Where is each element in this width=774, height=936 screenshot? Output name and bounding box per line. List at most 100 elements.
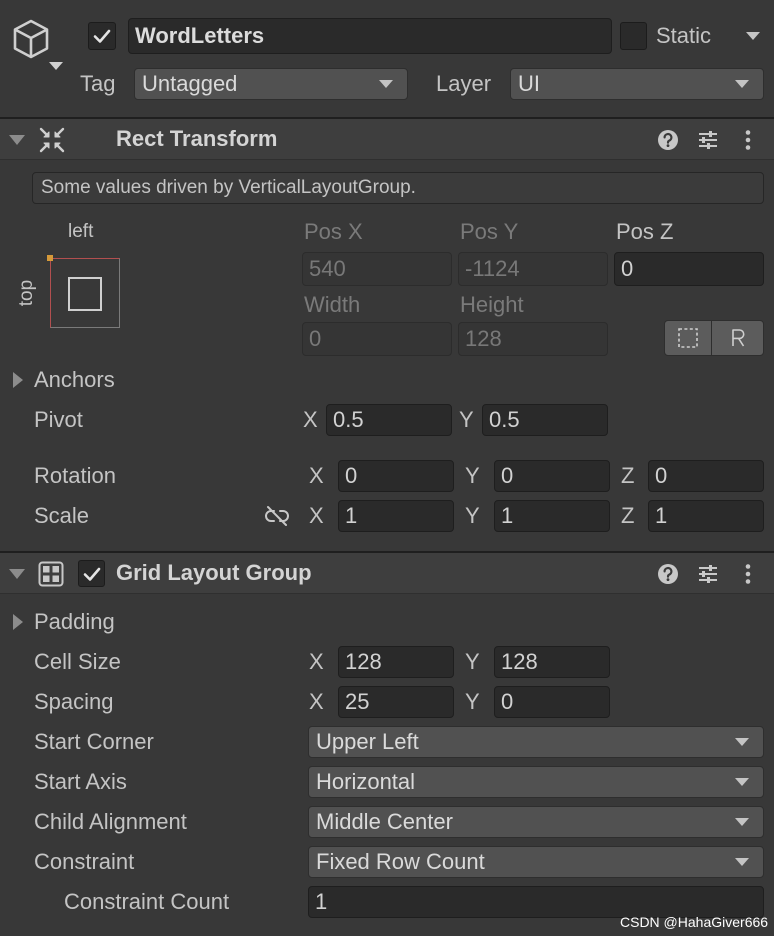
child-alignment-dropdown[interactable]: Middle Center xyxy=(308,806,764,838)
tag-label: Tag xyxy=(80,71,116,96)
anchor-point-icon xyxy=(47,255,53,261)
rotation-y-field[interactable]: 0 xyxy=(494,460,610,492)
tag-dropdown[interactable]: Untagged xyxy=(134,68,408,100)
rect-transform-icon xyxy=(38,126,66,154)
watermark: CSDN @HahaGiver666 xyxy=(620,914,769,930)
constraint-count-label: Constraint Count xyxy=(64,889,230,914)
padding-foldout-icon[interactable] xyxy=(13,614,23,630)
child-alignment-label: Child Alignment xyxy=(34,809,187,834)
rect-transform-header[interactable]: Rect Transform xyxy=(0,119,774,160)
chevron-down-icon xyxy=(735,738,749,746)
spacing-label: Spacing xyxy=(34,689,114,714)
chevron-down-icon xyxy=(735,778,749,786)
scale-z-field[interactable]: 1 xyxy=(648,500,764,532)
cube-icon[interactable] xyxy=(8,16,54,62)
unlinked-chain-icon[interactable] xyxy=(264,505,290,527)
foldout-expanded-icon[interactable] xyxy=(9,569,25,579)
chevron-down-icon xyxy=(735,80,749,88)
pos-x-label: Pos X xyxy=(304,219,363,244)
rotation-x-field[interactable]: 0 xyxy=(338,460,454,492)
pos-y-field: -1124 xyxy=(458,252,608,286)
constraint-value: Fixed Row Count xyxy=(316,849,485,874)
raw-edit-mode-button[interactable] xyxy=(711,320,764,356)
start-corner-dropdown[interactable]: Upper Left xyxy=(308,726,764,758)
presets-icon[interactable] xyxy=(697,563,719,585)
help-icon[interactable] xyxy=(657,129,679,151)
static-label: Static xyxy=(656,23,712,48)
component-title: Rect Transform xyxy=(116,126,278,151)
pivot-x-field[interactable]: 0.5 xyxy=(326,404,452,436)
static-dropdown-arrow-icon[interactable] xyxy=(746,32,760,40)
start-axis-value: Horizontal xyxy=(316,769,416,794)
cell-size-x-field[interactable]: 128 xyxy=(338,646,454,678)
pivot-y-field[interactable]: 0.5 xyxy=(482,404,608,436)
pos-z-field[interactable]: 0 xyxy=(614,252,764,286)
scale-label: Scale xyxy=(34,503,90,528)
raw-edit-mode-icon xyxy=(731,329,744,347)
height-label: Height xyxy=(460,292,524,317)
pos-x-field: 540 xyxy=(302,252,452,286)
layer-value: UI xyxy=(518,71,540,96)
rotation-label: Rotation xyxy=(34,463,116,488)
active-checkbox[interactable] xyxy=(88,22,116,50)
width-field: 0 xyxy=(302,322,452,356)
grid-layout-group-header[interactable]: Grid Layout Group xyxy=(0,553,774,594)
pivot-label: Pivot xyxy=(34,407,83,432)
spacing-x-field[interactable]: 25 xyxy=(338,686,454,718)
grid-layout-icon xyxy=(38,561,64,587)
cell-size-x-label[interactable]: X xyxy=(309,648,324,676)
anchors-label[interactable]: Anchors xyxy=(34,366,115,394)
more-icon[interactable] xyxy=(741,563,755,585)
pos-z-label: Pos Z xyxy=(616,219,674,244)
scale-x-label[interactable]: X xyxy=(309,502,324,530)
blueprint-mode-icon xyxy=(678,328,698,348)
layer-dropdown[interactable]: UI xyxy=(510,68,764,100)
rotation-x-label[interactable]: X xyxy=(309,462,324,490)
static-checkbox[interactable] xyxy=(620,22,647,50)
presets-icon[interactable] xyxy=(697,129,719,151)
spacing-y-field[interactable]: 0 xyxy=(494,686,610,718)
spacing-y-label[interactable]: Y xyxy=(465,688,480,716)
start-corner-value: Upper Left xyxy=(316,729,419,754)
start-axis-label: Start Axis xyxy=(34,769,127,794)
name-field[interactable]: WordLetters xyxy=(128,18,612,54)
cell-size-y-field[interactable]: 128 xyxy=(494,646,610,678)
chevron-down-icon xyxy=(379,80,393,88)
rotation-z-field[interactable]: 0 xyxy=(648,460,764,492)
constraint-label: Constraint xyxy=(34,849,135,874)
pivot-x-label[interactable]: X xyxy=(303,406,318,434)
cell-size-label: Cell Size xyxy=(34,649,121,674)
constraint-dropdown[interactable]: Fixed Row Count xyxy=(308,846,764,878)
driven-info-box: Some values driven by VerticalLayoutGrou… xyxy=(32,172,764,204)
rotation-z-label[interactable]: Z xyxy=(621,462,634,490)
width-label: Width xyxy=(304,292,361,317)
height-field: 128 xyxy=(458,322,608,356)
anchor-rect-icon xyxy=(68,277,102,311)
scale-y-field[interactable]: 1 xyxy=(494,500,610,532)
foldout-expanded-icon[interactable] xyxy=(9,135,25,145)
anchor-horizontal-label: left xyxy=(68,221,94,242)
child-alignment-value: Middle Center xyxy=(316,809,453,834)
component-enabled-checkbox[interactable] xyxy=(78,560,105,587)
component-title: Grid Layout Group xyxy=(116,560,312,585)
chevron-down-icon xyxy=(735,858,749,866)
cell-size-y-label[interactable]: Y xyxy=(465,648,480,676)
layer-label: Layer xyxy=(436,71,492,96)
scale-x-field[interactable]: 1 xyxy=(338,500,454,532)
spacing-x-label[interactable]: X xyxy=(309,688,324,716)
pivot-y-label[interactable]: Y xyxy=(459,406,474,434)
anchors-foldout-icon[interactable] xyxy=(13,372,23,388)
anchor-vertical-label: top xyxy=(16,279,37,307)
start-corner-label: Start Corner xyxy=(34,729,154,754)
scale-y-label[interactable]: Y xyxy=(465,502,480,530)
pos-y-label: Pos Y xyxy=(460,219,519,244)
blueprint-mode-button[interactable] xyxy=(664,320,712,356)
padding-label[interactable]: Padding xyxy=(34,608,115,636)
start-axis-dropdown[interactable]: Horizontal xyxy=(308,766,764,798)
help-icon[interactable] xyxy=(657,563,679,585)
scale-z-label[interactable]: Z xyxy=(621,502,634,530)
icon-dropdown-arrow-icon[interactable] xyxy=(49,62,63,70)
rotation-y-label[interactable]: Y xyxy=(465,462,480,490)
chevron-down-icon xyxy=(735,818,749,826)
more-icon[interactable] xyxy=(741,129,755,151)
